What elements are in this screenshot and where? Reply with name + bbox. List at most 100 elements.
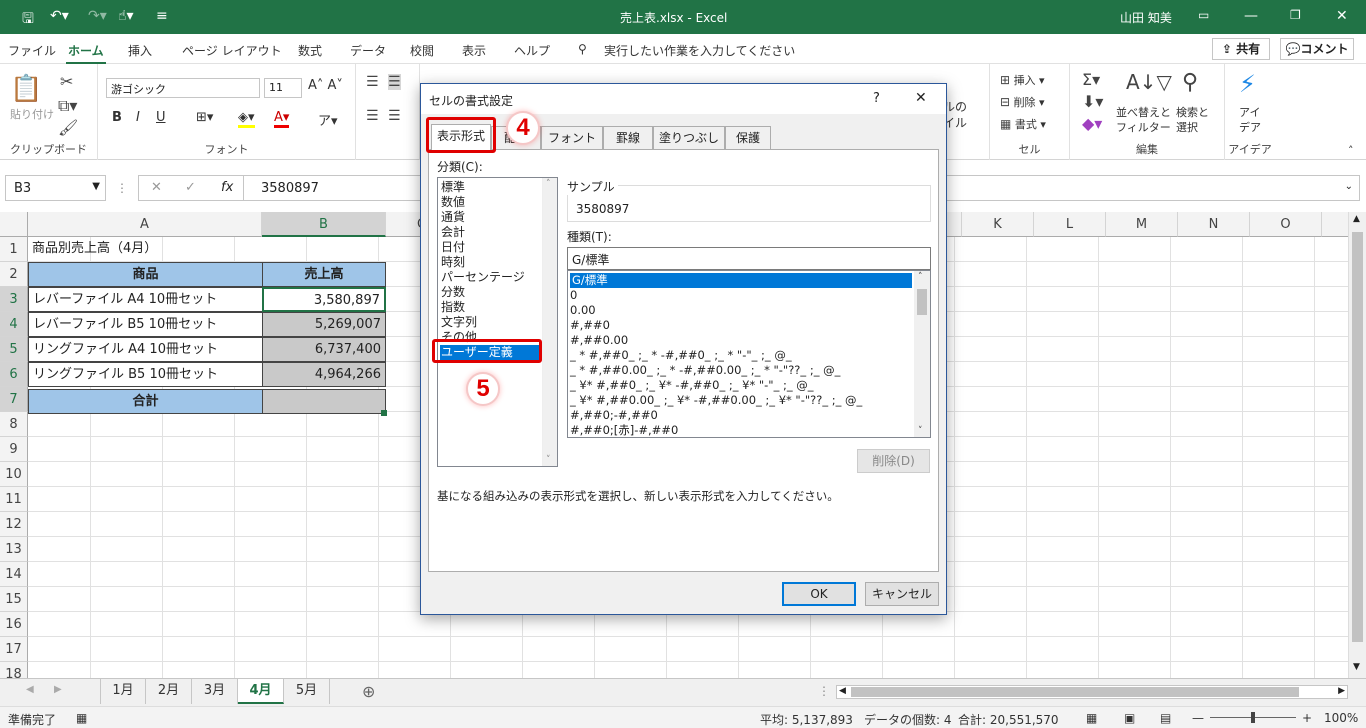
insert-function-icon[interactable]: fx xyxy=(221,180,233,195)
horizontal-scroll-thumb[interactable] xyxy=(851,687,1299,697)
status-sum[interactable]: 合計: 20,551,570 xyxy=(958,711,1059,728)
list-item[interactable]: _ * #,##0.00_ ;_ * -#,##0.00_ ;_ * "-"??… xyxy=(570,363,840,378)
page-break-view-icon[interactable]: ▤ xyxy=(1160,711,1171,725)
row-header[interactable]: 4 xyxy=(0,312,28,337)
row-header[interactable]: 8 xyxy=(0,412,28,437)
cut-icon[interactable]: ✂ xyxy=(60,72,73,91)
scroll-right-icon[interactable]: ▶ xyxy=(1338,686,1345,696)
table-row-sales[interactable]: 6,737,400 xyxy=(262,337,386,362)
borders-icon[interactable]: ⊞▾ xyxy=(196,110,213,125)
list-item[interactable]: 数値 xyxy=(441,195,465,210)
row-header[interactable]: 9 xyxy=(0,437,28,462)
tab-review[interactable]: 校閲 xyxy=(410,42,434,59)
cell-a1[interactable]: 商品別売上高（4月） xyxy=(28,237,328,262)
list-item[interactable]: 0 xyxy=(570,288,577,303)
font-size-combo[interactable]: 11 xyxy=(264,78,302,98)
list-item-selected[interactable]: G/標準 xyxy=(570,273,912,288)
name-box[interactable]: B3 ▼ xyxy=(5,175,106,201)
column-header[interactable]: M xyxy=(1106,212,1178,237)
undo-icon[interactable]: ↶▾ xyxy=(50,8,69,24)
tell-me-search[interactable]: 実行したい作業を入力してください xyxy=(604,42,795,59)
column-header[interactable]: N xyxy=(1178,212,1250,237)
macro-record-icon[interactable]: ▦ xyxy=(76,711,87,725)
row-header[interactable]: 10 xyxy=(0,462,28,487)
list-item[interactable]: 0.00 xyxy=(570,303,596,318)
tab-page-layout[interactable]: ページ レイアウト xyxy=(182,42,282,59)
table-row-product[interactable]: リングファイル A4 10冊セット xyxy=(28,337,263,362)
fill-handle[interactable] xyxy=(381,410,387,416)
total-value[interactable] xyxy=(262,389,386,414)
paste-button[interactable]: 貼り付け xyxy=(10,106,54,122)
normal-view-icon[interactable]: ▦ xyxy=(1086,711,1097,725)
list-item[interactable]: #,##0 xyxy=(570,318,610,333)
column-header[interactable]: A xyxy=(28,212,262,237)
category-scrollbar[interactable]: ˄ ˅ xyxy=(542,178,557,466)
vertical-scroll-thumb[interactable] xyxy=(1352,232,1363,642)
header-sales[interactable]: 売上高 xyxy=(262,262,386,287)
tab-border[interactable]: 罫線 xyxy=(603,126,653,150)
list-item[interactable]: #,##0.00 xyxy=(570,333,628,348)
close-icon[interactable]: ✕ xyxy=(1336,8,1348,24)
column-header-blank[interactable] xyxy=(1322,212,1348,237)
user-name[interactable]: 山田 知美 xyxy=(1120,9,1172,26)
table-row-product[interactable]: リングファイル B5 10冊セット xyxy=(28,362,263,387)
status-average[interactable]: 平均: 5,137,893 xyxy=(760,711,853,728)
bold-button[interactable]: B xyxy=(112,110,122,125)
sheet-tab-1[interactable]: 1月 xyxy=(100,679,146,704)
tab-splitter-icon[interactable]: ⋮ xyxy=(818,684,830,698)
sort-filter-button[interactable]: 並べ替えと xyxy=(1116,104,1171,120)
select-all-corner[interactable] xyxy=(0,212,28,237)
collapse-ribbon-icon[interactable]: ˄ xyxy=(1348,144,1354,157)
row-header[interactable]: 1 xyxy=(0,237,28,262)
find-select-button[interactable]: 検索と xyxy=(1176,104,1209,120)
align-left-icon[interactable]: ☰ xyxy=(366,108,379,124)
tab-view[interactable]: 表示 xyxy=(462,42,486,59)
column-header[interactable]: O xyxy=(1250,212,1322,237)
scroll-tabs-right-icon[interactable]: ▶ xyxy=(54,684,62,695)
scroll-down-icon[interactable]: ▼ xyxy=(1353,662,1360,672)
insert-cells-button[interactable]: ⊞ 挿入 ▾ xyxy=(1000,72,1045,88)
column-header[interactable]: B xyxy=(262,212,386,237)
list-item[interactable]: 会計 xyxy=(441,225,465,240)
type-list[interactable]: G/標準 0 0.00 #,##0 #,##0.00 _ * #,##0_ ;_… xyxy=(567,270,931,438)
new-sheet-icon[interactable]: ⊕ xyxy=(362,682,375,701)
zoom-out-icon[interactable]: — xyxy=(1192,711,1204,725)
tab-data[interactable]: データ xyxy=(350,42,386,59)
delete-cells-button[interactable]: ⊟ 削除 ▾ xyxy=(1000,94,1045,110)
list-item[interactable]: _ ¥* #,##0_ ;_ ¥* -#,##0_ ;_ ¥* "-"_ ;_ … xyxy=(570,378,814,393)
name-box-dropdown-icon[interactable]: ▼ xyxy=(92,181,100,192)
row-header[interactable]: 3 xyxy=(0,287,28,312)
type-input[interactable]: G/標準 xyxy=(567,247,931,270)
sheet-tab-2[interactable]: 2月 xyxy=(146,679,192,704)
cancel-button[interactable]: キャンセル xyxy=(865,582,939,606)
sheet-tab-3[interactable]: 3月 xyxy=(192,679,238,704)
list-item[interactable]: 指数 xyxy=(441,300,465,315)
row-header[interactable]: 17 xyxy=(0,637,28,662)
table-row-sales[interactable]: 3,580,897 xyxy=(262,287,386,312)
format-painter-icon[interactable]: 🖌 xyxy=(58,118,78,137)
list-item[interactable]: _ * #,##0_ ;_ * -#,##0_ ;_ * "-"_ ;_ @_ xyxy=(570,348,792,363)
clear-icon[interactable]: ◆▾ xyxy=(1082,114,1102,133)
fill-icon[interactable]: ⬇▾ xyxy=(1082,92,1103,111)
category-scroll-up-icon[interactable]: ˄ xyxy=(546,179,551,189)
list-item[interactable]: 日付 xyxy=(441,240,465,255)
tab-help[interactable]: ヘルプ xyxy=(514,42,550,59)
row-header[interactable]: 16 xyxy=(0,612,28,637)
row-header[interactable]: 5 xyxy=(0,337,28,362)
customize-qat-icon[interactable]: ≡ xyxy=(156,8,168,24)
underline-button[interactable]: U xyxy=(156,110,166,125)
list-item[interactable]: パーセンテージ xyxy=(441,270,525,285)
category-list[interactable]: 標準 数値 通貨 会計 日付 時刻 パーセンテージ 分数 指数 文字列 その他 … xyxy=(437,177,558,467)
list-item[interactable]: 文字列 xyxy=(441,315,477,330)
row-header[interactable]: 15 xyxy=(0,587,28,612)
list-item[interactable]: #,##0;[赤]-#,##0 xyxy=(570,423,678,437)
paste-icon[interactable]: 📋 xyxy=(10,74,42,104)
table-row-product[interactable]: レバーファイル B5 10冊セット xyxy=(28,312,263,337)
phonetic-icon[interactable]: ア▾ xyxy=(318,110,338,129)
redo-icon[interactable]: ↷▾ xyxy=(88,8,107,24)
type-scroll-thumb[interactable] xyxy=(917,289,927,315)
cancel-entry-icon[interactable]: ✕ xyxy=(151,180,162,195)
minimize-icon[interactable]: — xyxy=(1244,8,1258,24)
scroll-tabs-left-icon[interactable]: ◀ xyxy=(26,684,34,695)
row-header[interactable]: 14 xyxy=(0,562,28,587)
